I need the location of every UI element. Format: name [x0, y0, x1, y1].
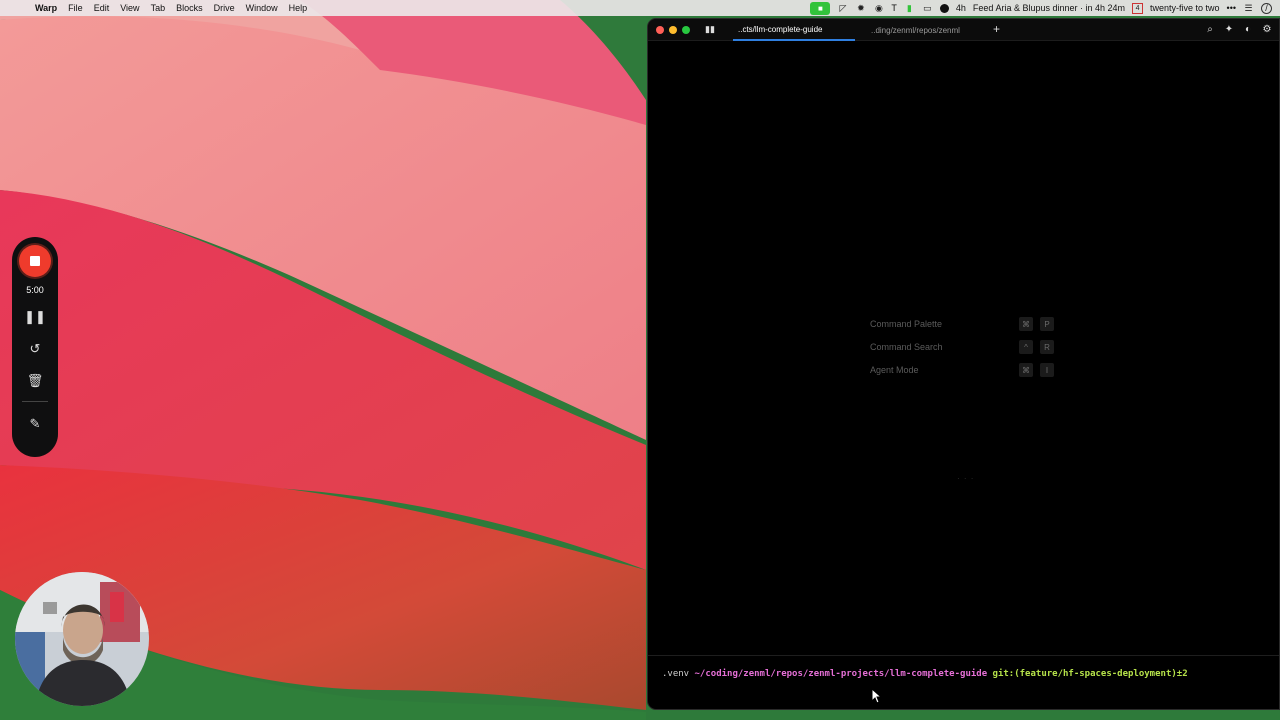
stop-recording-button[interactable] — [19, 245, 51, 277]
control-center-icon[interactable]: ☰ — [1243, 3, 1254, 14]
video-camera-icon[interactable]: ■ — [810, 1, 831, 15]
effects-icon[interactable]: ✎ — [25, 414, 45, 434]
focus-icon[interactable]: / — [1261, 2, 1272, 14]
key-cap: R — [1040, 340, 1054, 354]
trash-icon[interactable]: 🗑 — [25, 371, 45, 391]
key-cap: I — [1040, 363, 1054, 377]
minimize-window-button[interactable] — [669, 26, 677, 34]
key-cap: ^ — [1019, 340, 1033, 354]
hint-label: Command Search — [870, 342, 943, 352]
cat-icon[interactable]: ◉ — [873, 3, 884, 14]
menu-drive[interactable]: Drive — [214, 3, 235, 13]
settings-gear-icon[interactable]: ⚙ — [1261, 23, 1273, 35]
hint-agent-mode[interactable]: Agent Mode ⌘ I — [870, 361, 1060, 384]
prompt-path: ~/coding/zenml/repos/zenml-projects/llm-… — [694, 669, 988, 679]
shortcut-hints: Command Palette ⌘ P Command Search ^ R A… — [870, 315, 1060, 384]
menu-blocks[interactable]: Blocks — [176, 3, 203, 13]
menu-window[interactable]: Window — [246, 3, 278, 13]
terminal-input-area[interactable]: .venv ~/coding/zenml/repos/zenml-project… — [648, 655, 1279, 709]
menu-tab[interactable]: Tab — [151, 3, 166, 13]
hint-command-palette[interactable]: Command Palette ⌘ P — [870, 315, 1060, 338]
recording-toolbar: 5:00 ❚❚ ↺ 🗑 ✎ — [12, 237, 58, 457]
clock-text[interactable]: twenty-five to two — [1150, 3, 1220, 13]
search-icon[interactable]: ⌕ — [1204, 23, 1216, 35]
ai-sparkle-icon[interactable]: ✦ — [1223, 23, 1235, 35]
recording-timer: 5:00 — [26, 285, 44, 295]
warp-terminal-window: ▮▮ ..cts/llm-complete-guide ..ding/zenml… — [647, 18, 1280, 710]
hint-label: Command Palette — [870, 319, 943, 329]
menu-edit[interactable]: Edit — [94, 3, 110, 13]
menu-bar: Warp File Edit View Tab Blocks Drive Win… — [0, 0, 1280, 16]
sidebar-toggle-icon[interactable]: ▮▮ — [705, 24, 715, 34]
loading-indicator: · · · — [957, 474, 975, 483]
toolbar-divider — [22, 401, 48, 402]
webcam-bubble[interactable] — [15, 572, 149, 706]
key-cap: P — [1040, 317, 1054, 331]
status-t[interactable]: T — [891, 3, 897, 13]
mouse-pointer-icon — [871, 688, 883, 704]
restart-icon[interactable]: ↺ — [25, 339, 45, 359]
hint-command-search[interactable]: Command Search ^ R — [870, 338, 1060, 361]
prompt-venv: .venv — [662, 669, 690, 679]
menu-file[interactable]: File — [68, 3, 83, 13]
menu-help[interactable]: Help — [289, 3, 308, 13]
brightness-icon[interactable]: ✹ — [855, 3, 866, 14]
lock-icon[interactable]: ▮ — [904, 3, 915, 14]
title-bar-actions: ⌕ ✦ ◐ ⚙ — [1204, 23, 1273, 35]
maximize-window-button[interactable] — [682, 26, 690, 34]
key-cap: ⌘ — [1019, 363, 1033, 377]
prompt-git-branch: git:(feature/hf-spaces-deployment)±2 — [992, 669, 1188, 679]
record-dot-icon[interactable] — [939, 3, 949, 13]
tab-llm-complete-guide[interactable]: ..cts/llm-complete-guide — [733, 19, 855, 41]
calendar-event[interactable]: Feed Aria & Blupus dinner · in 4h 24m — [973, 3, 1125, 13]
stop-icon — [30, 256, 40, 266]
prompt-line[interactable]: .venv ~/coding/zenml/repos/zenml-project… — [662, 669, 1188, 679]
more-icon[interactable]: ••• — [1227, 3, 1236, 13]
timer-text[interactable]: 4h — [956, 3, 966, 13]
calendar-icon[interactable]: 4 — [1132, 2, 1144, 14]
menu-view[interactable]: View — [120, 3, 139, 13]
lightbulb-icon[interactable]: ◐ — [1242, 23, 1254, 35]
close-window-button[interactable] — [656, 26, 664, 34]
cursor-tool-icon[interactable]: ◸ — [837, 3, 848, 14]
tab-zenml[interactable]: ..ding/zenml/repos/zenml — [866, 19, 976, 41]
key-cap: ⌘ — [1019, 317, 1033, 331]
new-tab-button[interactable]: + — [993, 22, 1000, 36]
app-menu-warp[interactable]: Warp — [35, 3, 57, 13]
hint-label: Agent Mode — [870, 365, 919, 375]
pause-icon[interactable]: ❚❚ — [24, 307, 46, 327]
title-bar: ▮▮ ..cts/llm-complete-guide ..ding/zenml… — [648, 19, 1279, 41]
status-area: ■ ◸ ✹ ◉ T ▮ ▭ 4h Feed Aria & Blupus dinn… — [810, 0, 1272, 16]
display-icon[interactable]: ▭ — [922, 3, 933, 14]
